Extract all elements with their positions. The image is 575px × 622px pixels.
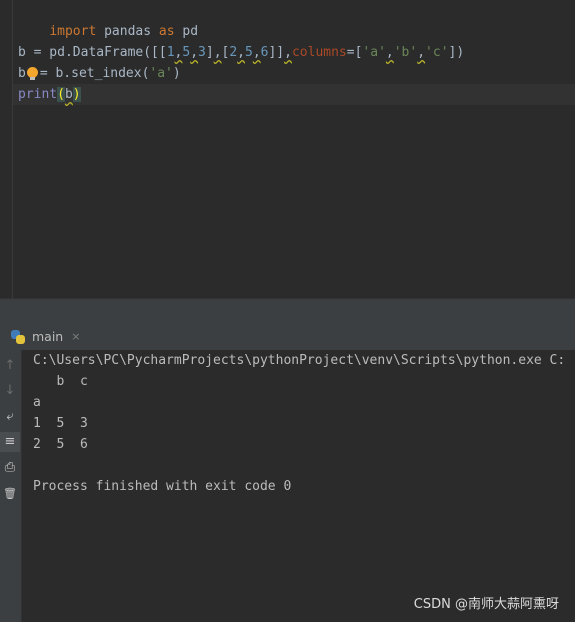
run-tool-window-header: main ×	[0, 324, 575, 351]
editor-gutter	[0, 0, 13, 298]
keyword-as: as	[158, 24, 175, 39]
code-token: b	[18, 66, 26, 81]
number-literal: 3	[198, 45, 206, 60]
comma-warning: ,	[237, 45, 245, 60]
number-literal: 5	[245, 45, 253, 60]
print-icon[interactable]: ⎙	[0, 458, 20, 478]
code-line-1[interactable]: import pandas as pd	[18, 0, 198, 39]
editor-run-divider[interactable]	[0, 298, 575, 325]
number-literal: 1	[166, 45, 175, 60]
python-icon	[10, 329, 26, 345]
run-tab-label: main	[32, 329, 64, 344]
console-line: b c	[33, 374, 88, 389]
code-line-5-current[interactable]: print(b)	[13, 84, 575, 105]
comma-warning: ,	[385, 45, 394, 60]
module-alias: pd	[174, 24, 199, 39]
string-literal: 'a'	[149, 66, 173, 81]
code-token: = b.set_index(	[39, 66, 150, 81]
code-editor[interactable]: import pandas as pd b = pd.DataFrame([[1…	[0, 0, 575, 298]
console-line: 2 5 6	[33, 437, 88, 452]
code-token: ]]	[268, 45, 285, 60]
close-icon[interactable]: ×	[71, 324, 80, 350]
code-token: )	[172, 66, 181, 81]
trash-icon[interactable]: 🗑	[0, 484, 20, 504]
comma-warning: ,	[213, 45, 222, 60]
code-token: ]	[205, 45, 214, 60]
code-line-4[interactable]: b = b.set_index('a')	[18, 63, 181, 84]
module-name: pandas	[96, 24, 159, 39]
run-toolbar: ↑ ↓ ⤶ ≡ ⎙ 🗑	[0, 350, 22, 622]
string-literal: 'b'	[393, 45, 418, 60]
string-literal: 'c'	[425, 45, 449, 60]
scroll-to-end-icon[interactable]: ≡	[0, 432, 20, 452]
intention-bulb-icon[interactable]	[27, 67, 38, 80]
keyword-argument: columns	[291, 45, 347, 60]
keyword-import: import	[49, 24, 97, 39]
console-line: a	[33, 395, 41, 410]
console-line: 1 5 3	[33, 416, 88, 431]
watermark: CSDN @南师大蒜阿熏呀	[413, 597, 559, 612]
argument-token: b	[64, 87, 73, 102]
soft-wrap-icon[interactable]: ⤶	[0, 407, 20, 427]
number-literal: 2	[229, 45, 238, 60]
code-line-3[interactable]: b = pd.DataFrame([[1,5,3],[2,5,6]],colum…	[18, 42, 464, 63]
run-tab-main[interactable]: main ×	[10, 324, 80, 350]
comma-warning: ,	[417, 45, 426, 60]
code-token: b = pd.DataFrame([[	[18, 45, 167, 60]
comma-warning: ,	[252, 45, 261, 60]
comma-warning: ,	[190, 45, 199, 60]
code-token: =[	[346, 45, 363, 60]
paren-highlight: )	[72, 87, 81, 102]
comma-warning: ,	[284, 45, 292, 60]
up-arrow-icon[interactable]: ↑	[0, 356, 20, 376]
console-exit-message: Process finished with exit code 0	[33, 479, 292, 494]
string-literal: 'a'	[362, 45, 386, 60]
paren-highlight: (	[57, 87, 65, 102]
console-output[interactable]: C:\Users\PC\PycharmProjects\pythonProjec…	[22, 350, 575, 622]
builtin-function: print	[18, 87, 58, 102]
down-arrow-icon[interactable]: ↓	[0, 381, 20, 401]
code-token: ])	[448, 45, 465, 60]
console-command: C:\Users\PC\PycharmProjects\pythonProjec…	[33, 353, 566, 368]
